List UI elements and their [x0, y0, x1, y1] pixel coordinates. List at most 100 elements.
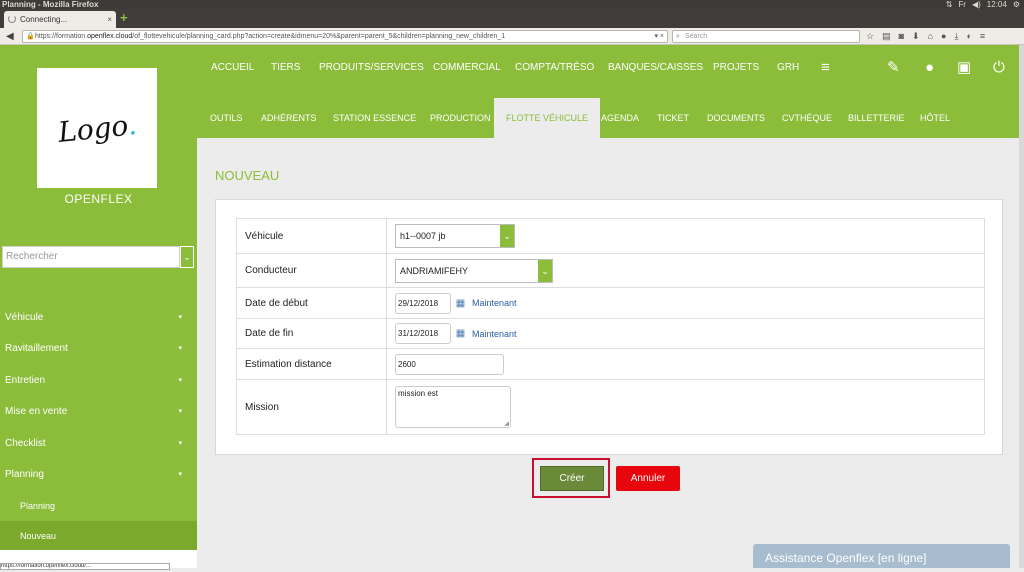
logo[interactable]: Logo.	[37, 68, 157, 188]
subnav-production[interactable]: PRODUCTION	[430, 98, 491, 138]
printer-icon[interactable]: ▣	[957, 45, 971, 90]
volume-icon[interactable]: ◀)	[972, 0, 981, 9]
nav-tiers[interactable]: TIERS	[271, 45, 300, 90]
chevron-down-icon[interactable]: ⌄	[500, 225, 514, 247]
vehicule-label: Véhicule	[236, 218, 387, 254]
sidebar-item-ravitaillement[interactable]: Ravitaillement ▾	[0, 333, 197, 364]
chevron-down-icon: ▾	[178, 408, 182, 415]
network-icon[interactable]: ⇅	[946, 0, 953, 9]
date-debut-input[interactable]: 29/12/2018	[395, 292, 451, 314]
subnav-hotel[interactable]: HÔTEL	[920, 98, 950, 138]
create-button[interactable]: Créer	[540, 466, 604, 491]
sidebar-search-input[interactable]: Rechercher	[2, 246, 180, 268]
resize-handle-icon[interactable]: ◢	[504, 420, 509, 427]
sidebar-search-dropdown[interactable]: ⌄	[180, 246, 194, 268]
bookmark-star-icon[interactable]: ☆	[866, 30, 874, 43]
subnav-outils[interactable]: OUTILS	[210, 98, 243, 138]
sidebar-subitem-nouveau[interactable]: Nouveau	[0, 521, 197, 551]
url-bar[interactable]: 🔒 https://formation.openflex.cloud/of_flo…	[22, 30, 668, 43]
nav-accueil[interactable]: ACCUEIL	[211, 45, 254, 90]
sidebar-subitem-planning[interactable]: Planning	[0, 491, 197, 521]
sidebar-item-mise-en-vente[interactable]: Mise en vente ▾	[0, 396, 197, 427]
calendar-icon[interactable]: ▦	[456, 298, 465, 309]
power-icon[interactable]: ⏻	[993, 45, 1005, 90]
mission-textarea[interactable]: mission est ◢	[395, 386, 511, 428]
browser-tab[interactable]: Connecting... ×	[4, 11, 116, 28]
main-nav: ACCUEIL TIERS PRODUITS/SERVICES COMMERCI…	[197, 45, 1019, 98]
save-icon[interactable]: ⤓	[954, 30, 958, 43]
pocket-icon[interactable]: ◙	[899, 30, 904, 43]
chat-icon[interactable]: ●	[941, 30, 946, 43]
home-icon[interactable]: ⌂	[928, 30, 933, 43]
download-icon[interactable]: ⬇	[912, 30, 920, 43]
subnav-ticket[interactable]: TICKET	[657, 98, 689, 138]
chevron-down-icon: ▾	[178, 345, 182, 352]
date-debut-label: Date de début	[236, 287, 387, 319]
nav-compta-treso[interactable]: COMPTA/TRÉSO	[515, 45, 594, 90]
subnav-cvtheque[interactable]: CVTHÈQUE	[782, 98, 832, 138]
cancel-button[interactable]: Annuler	[616, 466, 680, 491]
loading-icon	[8, 15, 16, 23]
sidebar: Logo. OPENFLEX Rechercher ⌄ Véhicule ▾ Ra…	[0, 45, 197, 568]
date-fin-now-link[interactable]: Maintenant	[472, 329, 517, 339]
subnav-flotte-vehicule[interactable]: FLOTTE VÉHICULE	[494, 98, 601, 138]
distance-input[interactable]: 2600	[395, 353, 504, 375]
browser-navbar: ◀ 🔒 https://formation.openflex.cloud/of_f…	[0, 28, 1024, 45]
nav-projets[interactable]: PROJETS	[713, 45, 759, 90]
date-debut-now-link[interactable]: Maintenant	[472, 298, 517, 308]
nav-banques-caisses[interactable]: BANQUES/CAISSES	[608, 45, 703, 90]
os-top-bar: Planning - Mozilla Firefox ⇅ Fr ◀) 12:04…	[0, 0, 1024, 9]
extension-icon[interactable]: ◐	[966, 30, 971, 43]
sidebar-item-vehicule[interactable]: Véhicule ▾	[0, 302, 197, 333]
chevron-down-icon: ▾	[178, 314, 182, 321]
form-row-distance: Estimation distance 2600	[236, 348, 985, 380]
subnav-adherents[interactable]: ADHÉRENTS	[261, 98, 317, 138]
conducteur-label: Conducteur	[236, 253, 387, 288]
browser-search[interactable]: ⌕ Search	[672, 30, 860, 43]
tab-title: Connecting...	[20, 15, 68, 24]
brand-name: OPENFLEX	[64, 192, 133, 206]
reading-list-icon[interactable]: ▤	[882, 30, 891, 43]
subnav-billetterie[interactable]: BILLETTERIE	[848, 98, 905, 138]
user-icon[interactable]: ●	[925, 45, 934, 90]
sidebar-item-entretien[interactable]: Entretien ▾	[0, 365, 197, 396]
sidebar-item-checklist[interactable]: Checklist ▾	[0, 428, 197, 459]
conducteur-select[interactable]: ANDRIAMIFEHY ⌄	[395, 258, 553, 283]
back-icon[interactable]: ◀	[6, 30, 14, 43]
paint-brush-icon[interactable]: ✎	[887, 45, 900, 90]
chevron-down-icon: ▾	[178, 377, 182, 384]
keyboard-layout[interactable]: Fr	[958, 0, 966, 9]
settings-icon[interactable]: ⚙	[1013, 0, 1020, 9]
subnav-station-essence[interactable]: STATION ESSENCE	[333, 98, 416, 138]
assistance-chat-widget[interactable]: Assistance Openflex [en ligne]	[753, 544, 1010, 568]
page-title: NOUVEAU	[215, 168, 280, 183]
hamburger-menu-icon[interactable]: ≡	[980, 30, 985, 43]
lock-icon: 🔒	[26, 33, 35, 40]
page-scrollbar[interactable]	[1019, 45, 1024, 568]
hamburger-menu-icon[interactable]: ≡	[821, 45, 830, 90]
form-panel: Véhicule h1--0007 jb ⌄ Conducteur ANDRIA…	[215, 199, 1003, 455]
subnav-documents[interactable]: DOCUMENTS	[707, 98, 765, 138]
vehicule-select[interactable]: h1--0007 jb ⌄	[395, 224, 515, 248]
chevron-down-icon: ▾	[178, 440, 182, 447]
date-fin-input[interactable]: 31/12/2018	[395, 323, 451, 344]
chevron-down-icon[interactable]: ⌄	[538, 259, 552, 282]
sidebar-item-planning[interactable]: Planning ▾	[0, 459, 197, 490]
nav-commercial[interactable]: COMMERCIAL	[433, 45, 501, 90]
form-row-mission: Mission mission est ◢	[236, 379, 985, 435]
distance-label: Estimation distance	[236, 348, 387, 380]
form-row-date-debut: Date de début 29/12/2018 ▦ Maintenant	[236, 287, 985, 319]
nav-produits-services[interactable]: PRODUITS/SERVICES	[319, 45, 424, 90]
dropdown-icon[interactable]: ▾ ×	[654, 31, 664, 42]
calendar-icon[interactable]: ▦	[456, 328, 465, 339]
close-icon[interactable]: ×	[107, 11, 112, 28]
subnav-agenda[interactable]: AGENDA	[601, 98, 639, 138]
chevron-down-icon: ▾	[178, 471, 182, 478]
new-tab-icon[interactable]: +	[120, 11, 128, 25]
system-tray: ⇅ Fr ◀) 12:04 ⚙	[946, 0, 1020, 9]
module-nav: OUTILS ADHÉRENTS STATION ESSENCE PRODUCT…	[197, 98, 1019, 138]
logo-text: Logo.	[56, 107, 138, 149]
form-row-conducteur: Conducteur ANDRIAMIFEHY ⌄	[236, 253, 985, 288]
nav-grh[interactable]: GRH	[777, 45, 799, 90]
clock[interactable]: 12:04	[987, 0, 1007, 9]
